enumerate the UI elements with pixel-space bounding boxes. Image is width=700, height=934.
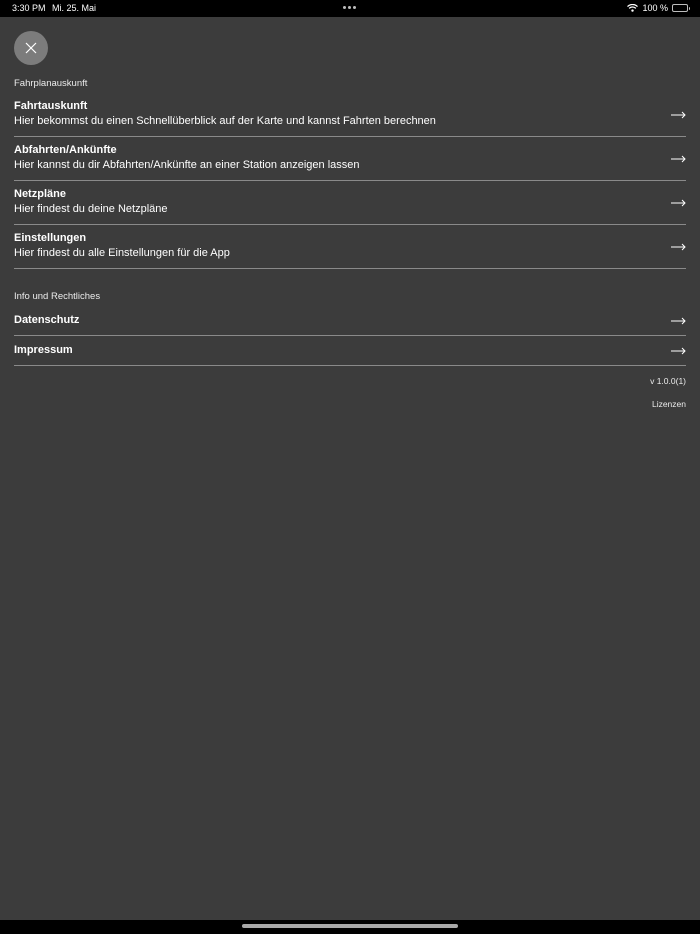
multitasking-dots-icon[interactable] bbox=[343, 6, 356, 9]
section-title-legal: Info und Rechtliches bbox=[14, 291, 101, 302]
status-time: 3:30 PM bbox=[12, 3, 46, 13]
menu-item-title: Abfahrten/Ankünfte bbox=[14, 144, 117, 156]
home-indicator[interactable] bbox=[242, 924, 458, 928]
menu-item-title: Einstellungen bbox=[14, 232, 87, 244]
menu-item-description: Hier findest du deine Netzpläne bbox=[14, 203, 168, 215]
arrow-right-icon bbox=[671, 347, 686, 355]
menu-item-einstellungen[interactable]: Einstellungen Hier findest du alle Einst… bbox=[14, 225, 686, 269]
battery-percentage: 100 % bbox=[642, 3, 668, 13]
status-bar: 3:30 PM Mi. 25. Mai 100 % bbox=[0, 0, 700, 17]
menu-item-abfahrten-ankuenfte[interactable]: Abfahrten/Ankünfte Hier kannst du dir Ab… bbox=[14, 137, 686, 181]
menu-item-impressum[interactable]: Impressum bbox=[14, 336, 686, 366]
menu-item-description: Hier bekommst du einen Schnellüberblick … bbox=[14, 115, 436, 127]
menu-item-description: Hier kannst du dir Abfahrten/Ankünfte an… bbox=[14, 159, 360, 171]
section-title-timetable: Fahrplanauskunft bbox=[14, 78, 88, 89]
licenses-link[interactable]: Lizenzen bbox=[652, 399, 686, 409]
status-right: 100 % bbox=[627, 3, 690, 13]
battery-icon bbox=[672, 4, 690, 12]
menu-item-description: Hier findest du alle Einstellungen für d… bbox=[14, 247, 230, 259]
menu-item-fahrtauskunft[interactable]: Fahrtauskunft Hier bekommst du einen Sch… bbox=[14, 97, 686, 137]
status-date: Mi. 25. Mai bbox=[52, 3, 97, 13]
menu-item-datenschutz[interactable]: Datenschutz bbox=[14, 307, 686, 336]
arrow-right-icon bbox=[671, 243, 686, 251]
close-button[interactable] bbox=[14, 31, 48, 65]
arrow-right-icon bbox=[671, 155, 686, 163]
bottom-bar bbox=[0, 920, 700, 934]
menu-panel: Fahrplanauskunft Fahrtauskunft Hier beko… bbox=[0, 17, 700, 920]
menu-item-netzplaene[interactable]: Netzpläne Hier findest du deine Netzplän… bbox=[14, 181, 686, 225]
menu-item-title: Impressum bbox=[14, 344, 73, 356]
menu-item-title: Fahrtauskunft bbox=[14, 100, 88, 112]
arrow-right-icon bbox=[671, 111, 686, 119]
arrow-right-icon bbox=[671, 199, 686, 207]
wifi-icon bbox=[627, 4, 639, 12]
close-icon bbox=[25, 42, 37, 54]
menu-item-title: Datenschutz bbox=[14, 314, 80, 326]
app-version: v 1.0.0(1) bbox=[650, 376, 686, 386]
arrow-right-icon bbox=[671, 317, 686, 325]
menu-item-title: Netzpläne bbox=[14, 188, 66, 200]
